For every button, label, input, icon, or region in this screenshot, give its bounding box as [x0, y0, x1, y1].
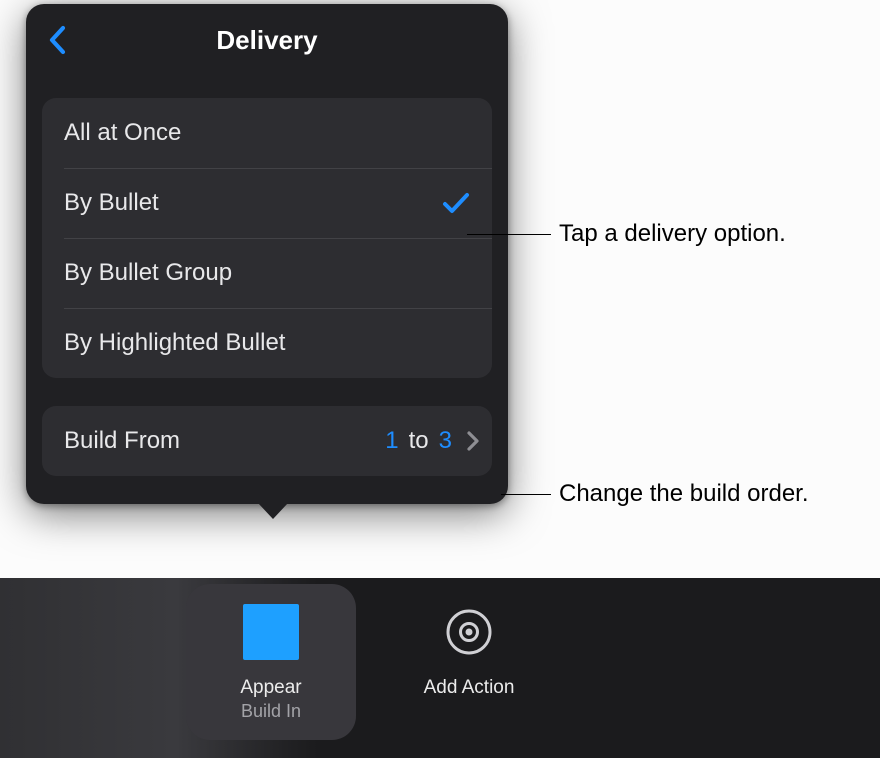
- callout-build-order: Change the build order.: [559, 478, 809, 510]
- build-from-group: Build From 1 to 3: [42, 406, 492, 476]
- option-label: By Bullet Group: [64, 259, 232, 287]
- effect-appear-title: Appear: [240, 676, 301, 700]
- checkmark-icon: [442, 191, 470, 215]
- effects-list: Appear Build In Add Action: [186, 584, 554, 740]
- option-by-bullet[interactable]: By Bullet: [42, 168, 492, 238]
- back-button[interactable]: [38, 20, 78, 60]
- build-from-end: 3: [439, 427, 452, 455]
- callout-delivery-option: Tap a delivery option.: [559, 218, 786, 250]
- option-label: By Bullet: [64, 189, 159, 217]
- effects-bar: Appear Build In Add Action: [0, 578, 880, 758]
- build-from-row[interactable]: Build From 1 to 3: [42, 406, 492, 476]
- callout-line: [501, 494, 551, 495]
- add-action-icon: [441, 604, 497, 660]
- build-from-label: Build From: [64, 427, 180, 455]
- build-from-start: 1: [385, 427, 398, 455]
- build-from-values: 1 to 3: [385, 427, 480, 455]
- delivery-options-group: All at Once By Bullet By Bullet Group By…: [42, 98, 492, 378]
- option-label: All at Once: [64, 119, 181, 147]
- option-by-highlighted-bullet[interactable]: By Highlighted Bullet: [42, 308, 492, 378]
- option-by-bullet-group[interactable]: By Bullet Group: [42, 238, 492, 308]
- popover-title: Delivery: [216, 25, 317, 56]
- delivery-popover: Delivery All at Once By Bullet By Bullet…: [26, 4, 508, 504]
- effect-appear-subtitle: Build In: [241, 700, 301, 722]
- effect-add-action-title: Add Action: [424, 676, 515, 700]
- callout-line: [467, 234, 551, 235]
- popover-header: Delivery: [26, 4, 508, 76]
- option-all-at-once[interactable]: All at Once: [42, 98, 492, 168]
- option-label: By Highlighted Bullet: [64, 329, 285, 357]
- effect-add-action[interactable]: Add Action: [384, 584, 554, 740]
- appear-swatch-icon: [243, 604, 299, 660]
- chevron-right-icon: [466, 430, 480, 452]
- chevron-left-icon: [48, 25, 68, 55]
- build-from-mid: to: [409, 427, 429, 455]
- effect-appear[interactable]: Appear Build In: [186, 584, 356, 740]
